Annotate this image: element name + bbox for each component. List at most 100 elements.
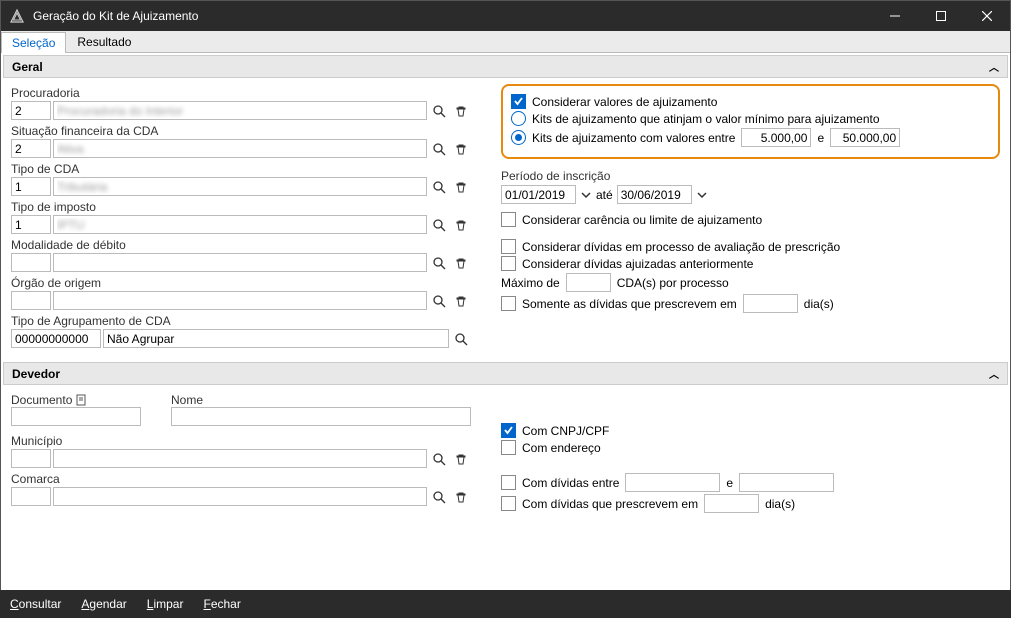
considerar-valores-label: Considerar valores de ajuizamento xyxy=(532,95,717,109)
modalidade-label: Modalidade de débito xyxy=(11,236,471,252)
tab-resultado[interactable]: Resultado xyxy=(66,31,142,52)
clear-icon[interactable] xyxy=(451,101,471,120)
minimize-button[interactable] xyxy=(872,1,918,31)
orgao-code-input[interactable] xyxy=(11,291,51,310)
titlebar: Geração do Kit de Ajuizamento xyxy=(1,1,1010,31)
prescricao-label: Considerar dívidas em processo de avalia… xyxy=(522,240,840,254)
radio-valores-entre-label: Kits de ajuizamento com valores entre xyxy=(532,131,735,145)
tab-selecao[interactable]: Seleção xyxy=(1,32,66,53)
maximo-cda-input[interactable] xyxy=(566,273,611,292)
search-icon[interactable] xyxy=(429,449,449,468)
prescricao-checkbox[interactable] xyxy=(501,239,516,254)
search-icon[interactable] xyxy=(451,329,471,348)
search-icon[interactable] xyxy=(429,487,449,506)
somente-dias-input[interactable] xyxy=(743,294,798,313)
carencia-label: Considerar carência ou limite de ajuizam… xyxy=(522,213,762,227)
com-cnpj-checkbox[interactable] xyxy=(501,423,516,438)
section-title-devedor: Devedor xyxy=(12,367,60,381)
clear-icon[interactable] xyxy=(451,139,471,158)
comarca-code-input[interactable] xyxy=(11,487,51,506)
municipio-code-input[interactable] xyxy=(11,449,51,468)
tipo-imposto-label: Tipo de imposto xyxy=(11,198,471,214)
e-label-2: e xyxy=(726,476,733,490)
e-label: e xyxy=(817,131,824,145)
clear-icon[interactable] xyxy=(451,215,471,234)
search-icon[interactable] xyxy=(429,215,449,234)
tipo-cda-code-input[interactable] xyxy=(11,177,51,196)
considerar-valores-checkbox[interactable] xyxy=(511,94,526,109)
orgao-label: Órgão de origem xyxy=(11,274,471,290)
orgao-desc-input[interactable] xyxy=(53,291,427,310)
nome-label: Nome xyxy=(171,391,471,407)
chevron-up-icon: ︿ xyxy=(989,366,999,381)
radio-valor-minimo-label: Kits de ajuizamento que atinjam o valor … xyxy=(532,112,880,126)
situacao-label: Situação financeira da CDA xyxy=(11,122,471,138)
tipo-cda-label: Tipo de CDA xyxy=(11,160,471,176)
chevron-down-icon[interactable] xyxy=(580,189,592,201)
agendar-button[interactable]: Agendar xyxy=(81,597,126,611)
document-icon xyxy=(76,394,86,406)
maximo-post-label: CDA(s) por processo xyxy=(617,276,729,290)
search-icon[interactable] xyxy=(429,291,449,310)
tipo-imposto-code-input[interactable] xyxy=(11,215,51,234)
tipo-cda-desc-input[interactable] xyxy=(53,177,427,196)
footer-bar: CConsultaronsultar Agendar Limpar Fechar xyxy=(0,590,1011,618)
search-icon[interactable] xyxy=(429,101,449,120)
date-from-input[interactable] xyxy=(501,185,576,204)
periodo-label: Período de inscrição xyxy=(501,167,1000,183)
ajuizadas-checkbox[interactable] xyxy=(501,256,516,271)
clear-icon[interactable] xyxy=(451,291,471,310)
situacao-code-input[interactable] xyxy=(11,139,51,158)
clear-icon[interactable] xyxy=(451,177,471,196)
consultar-button[interactable]: CConsultaronsultar xyxy=(10,597,61,611)
somente-prescrevem-checkbox[interactable] xyxy=(501,296,516,311)
clear-icon[interactable] xyxy=(451,449,471,468)
dias-label: dia(s) xyxy=(804,297,834,311)
radio-valor-minimo[interactable] xyxy=(511,111,526,126)
documento-input[interactable] xyxy=(11,407,141,426)
comarca-desc-input[interactable] xyxy=(53,487,427,506)
search-icon[interactable] xyxy=(429,253,449,272)
maximize-button[interactable] xyxy=(918,1,964,31)
situacao-desc-input[interactable] xyxy=(53,139,427,158)
municipio-desc-input[interactable] xyxy=(53,449,427,468)
clear-icon[interactable] xyxy=(451,487,471,506)
dividas-entre-checkbox[interactable] xyxy=(501,475,516,490)
documento-label: Documento xyxy=(11,393,72,407)
close-button[interactable] xyxy=(964,1,1010,31)
nome-input[interactable] xyxy=(171,407,471,426)
modalidade-desc-input[interactable] xyxy=(53,253,427,272)
valor-to-input[interactable] xyxy=(830,128,900,147)
comarca-label: Comarca xyxy=(11,470,471,486)
clear-icon[interactable] xyxy=(451,253,471,272)
dividas-prescrevem-checkbox[interactable] xyxy=(501,496,516,511)
chevron-down-icon[interactable] xyxy=(696,189,708,201)
section-header-devedor[interactable]: Devedor ︿ xyxy=(3,362,1008,385)
procuradoria-code-input[interactable] xyxy=(11,101,51,120)
limpar-button[interactable]: Limpar xyxy=(147,597,184,611)
tipo-imposto-desc-input[interactable] xyxy=(53,215,427,234)
dividas-dias-input[interactable] xyxy=(704,494,759,513)
com-endereco-label: Com endereço xyxy=(522,441,601,455)
modalidade-code-input[interactable] xyxy=(11,253,51,272)
dividas-to-input[interactable] xyxy=(739,473,834,492)
carencia-checkbox[interactable] xyxy=(501,212,516,227)
procuradoria-label: Procuradoria xyxy=(11,84,471,100)
tab-bar: Seleção Resultado xyxy=(1,31,1010,53)
procuradoria-desc-input[interactable] xyxy=(53,101,427,120)
app-icon xyxy=(9,8,25,24)
fechar-button[interactable]: Fechar xyxy=(203,597,240,611)
search-icon[interactable] xyxy=(429,177,449,196)
section-header-geral[interactable]: Geral ︿ xyxy=(3,55,1008,78)
dividas-from-input[interactable] xyxy=(625,473,720,492)
search-icon[interactable] xyxy=(429,139,449,158)
com-endereco-checkbox[interactable] xyxy=(501,440,516,455)
ate-label: até xyxy=(596,188,613,202)
agrup-desc-input[interactable] xyxy=(103,329,449,348)
agrup-code-input[interactable] xyxy=(11,329,101,348)
radio-valores-entre[interactable] xyxy=(511,130,526,145)
date-to-input[interactable] xyxy=(617,185,692,204)
agrup-label: Tipo de Agrupamento de CDA xyxy=(11,312,471,328)
valor-from-input[interactable] xyxy=(741,128,811,147)
dias-label-2: dia(s) xyxy=(765,497,795,511)
